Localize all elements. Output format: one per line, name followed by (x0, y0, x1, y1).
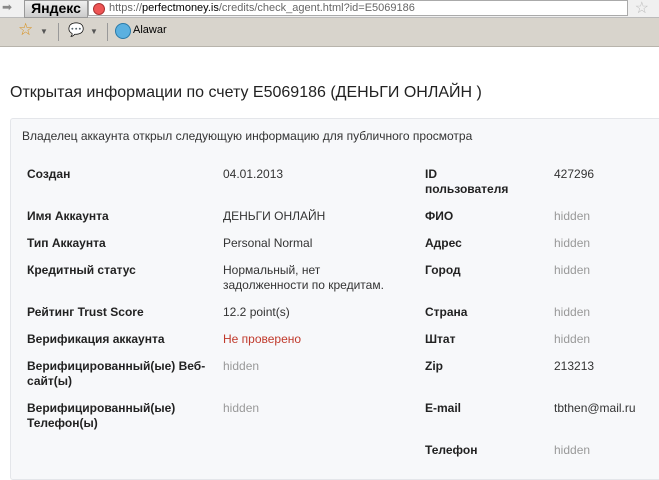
dropdown-arrow-icon[interactable]: ▼ (40, 27, 48, 36)
intro-text: Владелец аккаунта открыл следующую инфор… (22, 129, 473, 143)
url-prefix: https:// (109, 2, 143, 14)
favorites-star-icon[interactable]: ☆ (18, 20, 33, 40)
field-value: Нормальный, нет задолженности по кредита… (223, 263, 384, 292)
site-icon (93, 3, 105, 15)
field-value: 213213 (554, 359, 595, 373)
field-value: Не проверено (223, 332, 302, 346)
field-label: ФИО (425, 209, 454, 223)
field-value: ДЕНЬГИ ОНЛАЙН (223, 209, 326, 223)
alawar-icon (115, 23, 131, 39)
field-value: 427296 (554, 167, 595, 181)
field-label: Верификация аккаунта (27, 332, 165, 346)
field-value: hidden (223, 401, 260, 415)
field-label: Zip (425, 359, 443, 373)
field-label: Страна (425, 305, 468, 319)
field-value: 04.01.2013 (223, 167, 284, 181)
field-value: hidden (554, 209, 591, 223)
url-path: /credits/check_agent.html?id=E5069186 (218, 2, 415, 14)
field-value: tbthen@mail.ru (554, 401, 636, 415)
forward-icon[interactable]: ➡ (2, 0, 12, 14)
field-value: hidden (554, 263, 591, 277)
field-value: hidden (223, 359, 260, 373)
favorite-star-icon[interactable]: ☆ (635, 0, 649, 18)
field-label: Рейтинг Trust Score (27, 305, 144, 319)
url-input[interactable]: https://perfectmoney.is/credits/check_ag… (88, 0, 628, 16)
field-label: Тип Аккаунта (27, 236, 106, 250)
dropdown-arrow-icon[interactable]: ▼ (90, 27, 98, 36)
url-domain: perfectmoney.is (142, 2, 219, 14)
field-label: ID пользователя (425, 167, 509, 196)
field-value: hidden (554, 332, 591, 346)
field-label: Кредитный статус (27, 263, 136, 277)
field-label: Адрес (425, 236, 462, 250)
field-label: Штат (425, 332, 456, 346)
address-bar-area: ➡ Яндекс https://perfectmoney.is/credits… (0, 0, 659, 18)
field-value: 12.2 point(s) (223, 305, 290, 319)
comment-icon[interactable]: 💬 (68, 22, 84, 38)
field-label: Верифицированный(ые) Телефон(ы) (27, 401, 176, 430)
bookmarks-toolbar: ☆ ▼ 💬 ▼ Alawar (0, 18, 659, 47)
bookmark-alawar[interactable]: Alawar (133, 24, 167, 36)
page-title: Открытая информации по счету E5069186 (Д… (10, 84, 482, 101)
yandex-button[interactable]: Яндекс (24, 0, 88, 18)
field-value: Personal Normal (223, 236, 313, 250)
field-value: hidden (554, 305, 591, 319)
field-label: Создан (27, 167, 71, 181)
field-value: hidden (554, 443, 591, 457)
field-label: Имя Аккаунта (27, 209, 109, 223)
field-label: Город (425, 263, 461, 277)
field-value: hidden (554, 236, 591, 250)
field-label: Верифицированный(ые) Веб-сайт(ы) (27, 359, 206, 388)
field-label: E-mail (425, 401, 462, 415)
field-label: Телефон (425, 443, 478, 457)
